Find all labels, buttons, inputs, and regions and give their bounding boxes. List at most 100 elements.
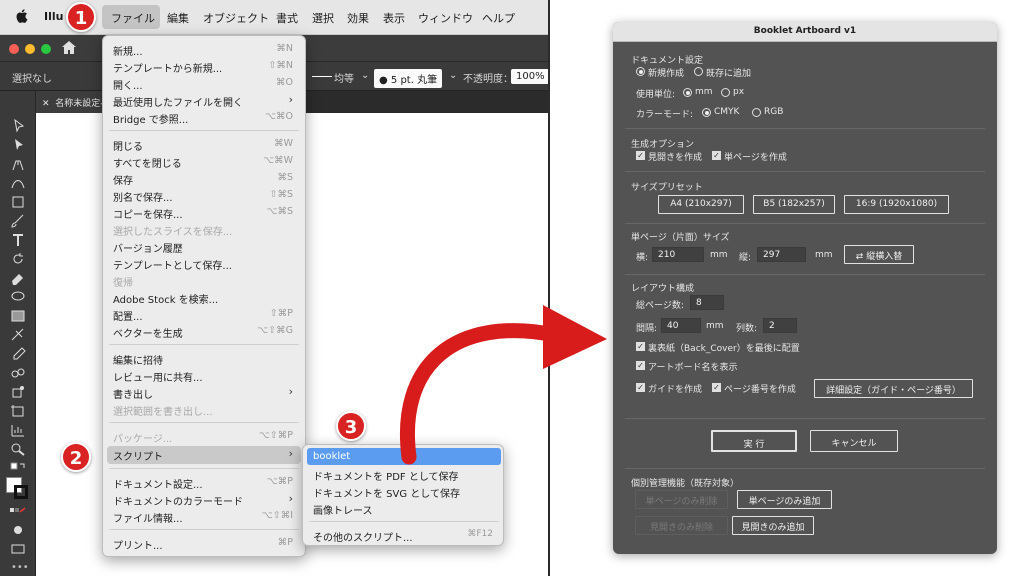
checkbox-back-cover[interactable]: ✓ bbox=[636, 342, 645, 351]
curvature-tool-icon[interactable] bbox=[10, 176, 26, 190]
run-button[interactable]: 実 行 bbox=[711, 430, 797, 452]
blend-tool-icon[interactable] bbox=[10, 366, 26, 380]
more-tools-icon[interactable]: ••• bbox=[11, 562, 29, 573]
menu-item-save-as-template[interactable]: テンプレートとして保存... bbox=[113, 255, 293, 272]
rectangle-tool-icon[interactable] bbox=[10, 195, 26, 209]
document-tab[interactable]: ✕ 名称未設定- bbox=[36, 91, 106, 113]
detail-settings-button[interactable]: 詳細設定（ガイド・ページ番号） bbox=[814, 379, 973, 398]
menu-item-print[interactable]: プリント... ⌘P bbox=[113, 535, 293, 552]
menu-file[interactable]: ファイル bbox=[111, 10, 155, 26]
chevron-down-icon[interactable]: ⌄ bbox=[361, 70, 369, 81]
preset-b5-button[interactable]: B5 (182x257) bbox=[753, 195, 835, 214]
chevron-right-icon: › bbox=[288, 93, 293, 106]
graph-tool-icon[interactable] bbox=[10, 423, 26, 437]
selection-tool-icon[interactable] bbox=[10, 119, 26, 133]
zoom-tool-icon[interactable] bbox=[10, 442, 26, 456]
menu-select[interactable]: 選択 bbox=[312, 10, 334, 26]
columns-input[interactable]: 2 bbox=[763, 318, 797, 333]
menu-item-save[interactable]: 保存 ⌘S bbox=[113, 170, 293, 187]
rotate-tool-icon[interactable] bbox=[10, 252, 26, 266]
menu-item-save-copy[interactable]: コピーを保存... ⌥⌘S bbox=[113, 204, 293, 221]
radio-unit-px[interactable] bbox=[721, 88, 730, 97]
screen-mode-icon[interactable] bbox=[10, 542, 26, 556]
opacity-input[interactable]: 100% bbox=[511, 69, 548, 84]
menu-item-version-history[interactable]: バージョン履歴 bbox=[113, 238, 293, 255]
close-window-button[interactable] bbox=[9, 44, 19, 54]
menu-item-label: ドキュメント設定... bbox=[113, 480, 203, 491]
width-input[interactable]: 210 bbox=[652, 247, 704, 262]
eyedropper-tool-icon[interactable] bbox=[10, 347, 26, 361]
submenu-item-other-scripts[interactable]: その他のスクリプト... ⌘F12 bbox=[313, 527, 493, 544]
submenu-item-image-trace[interactable]: 画像トレース bbox=[313, 500, 493, 517]
checkbox-show-artboard-names[interactable]: ✓ bbox=[636, 361, 645, 370]
add-spread-button[interactable]: 見開きのみ追加 bbox=[732, 516, 814, 535]
menu-item-share-for-review[interactable]: レビュー用に共有... bbox=[113, 367, 293, 384]
menu-help[interactable]: ヘルプ bbox=[482, 10, 515, 26]
menu-item-document-color-mode[interactable]: ドキュメントのカラーモード › bbox=[113, 491, 293, 508]
lasso-tool-icon[interactable] bbox=[10, 290, 26, 304]
menu-view[interactable]: 表示 bbox=[383, 10, 405, 26]
radio-add-existing[interactable] bbox=[694, 67, 703, 76]
swap-orientation-button[interactable]: ⇄ 縦横入替 bbox=[844, 245, 914, 264]
menu-item-close-all[interactable]: すべてを閉じる ⌥⌘W bbox=[113, 153, 293, 170]
menu-edit[interactable]: 編集 bbox=[167, 10, 189, 26]
brush-tool-icon[interactable] bbox=[10, 214, 26, 228]
menu-window[interactable]: ウィンドウ bbox=[418, 10, 473, 26]
pen-tool-icon[interactable] bbox=[10, 157, 26, 171]
symbol-sprayer-icon[interactable] bbox=[10, 385, 26, 399]
menu-item-close[interactable]: 閉じる ⌘W bbox=[113, 136, 293, 153]
radio-cmyk[interactable] bbox=[702, 108, 711, 117]
stroke-swatch[interactable] bbox=[14, 485, 28, 499]
menu-item-generate-vectors[interactable]: ベクターを生成 ⌥⇧⌘G bbox=[113, 323, 293, 340]
menu-effect[interactable]: 効果 bbox=[347, 10, 369, 26]
total-pages-input[interactable]: 8 bbox=[690, 295, 724, 310]
menu-item-search-adobe-stock[interactable]: Adobe Stock を検索... bbox=[113, 289, 293, 306]
apple-icon[interactable] bbox=[15, 8, 29, 24]
menu-item-scripts[interactable]: スクリプト › bbox=[113, 446, 293, 463]
preset-a4-button[interactable]: A4 (210x297) bbox=[658, 195, 744, 214]
menu-item-file-info[interactable]: ファイル情報... ⌥⇧⌘I bbox=[113, 508, 293, 525]
radio-new-document[interactable] bbox=[636, 67, 645, 76]
menu-item-invite-to-edit[interactable]: 編集に招待 bbox=[113, 350, 293, 367]
checkbox-create-guides[interactable]: ✓ bbox=[636, 383, 645, 392]
type-tool-icon[interactable] bbox=[10, 233, 26, 247]
menu-item-document-setup[interactable]: ドキュメント設定... ⌥⌘P bbox=[113, 474, 293, 491]
color-mode-icons[interactable] bbox=[10, 504, 26, 518]
radio-unit-mm[interactable] bbox=[683, 88, 692, 97]
app-name[interactable]: Illu bbox=[44, 10, 63, 23]
checkbox-create-spreads[interactable]: ✓ bbox=[636, 151, 645, 160]
menu-item-browse-in-bridge[interactable]: Bridge で参照... ⌥⌘O bbox=[113, 109, 293, 126]
cancel-button[interactable]: キャンセル bbox=[810, 430, 898, 452]
preset-16-9-button[interactable]: 16:9 (1920x1080) bbox=[844, 195, 949, 214]
menu-item-place[interactable]: 配置... ⇧⌘P bbox=[113, 306, 293, 323]
menu-item-new[interactable]: 新規... ⌘N bbox=[113, 41, 293, 58]
menu-item-save-as[interactable]: 別名で保存... ⇧⌘S bbox=[113, 187, 293, 204]
checkbox-create-single[interactable]: ✓ bbox=[712, 151, 721, 160]
gradient-tool-icon[interactable] bbox=[10, 309, 26, 323]
brush-definition[interactable]: ● 5 pt. 丸筆 bbox=[374, 69, 443, 88]
menu-item-new-from-template[interactable]: テンプレートから新規... ⇧⌘N bbox=[113, 58, 293, 75]
menu-type[interactable]: 書式 bbox=[276, 10, 298, 26]
chevron-right-icon: › bbox=[288, 447, 293, 460]
menu-object[interactable]: オブジェクト bbox=[203, 10, 269, 26]
chevron-down-icon[interactable]: ⌄ bbox=[449, 70, 457, 81]
minimize-window-button[interactable] bbox=[25, 44, 35, 54]
submenu-item-save-svg[interactable]: ドキュメントを SVG として保存 bbox=[313, 483, 493, 500]
artboard-tool-icon[interactable] bbox=[10, 404, 26, 418]
checkbox-page-numbers[interactable]: ✓ bbox=[712, 383, 721, 392]
add-single-button[interactable]: 単ページのみ追加 bbox=[737, 490, 832, 509]
menu-item-open-recent[interactable]: 最近使用したファイルを開く › bbox=[113, 92, 293, 109]
spacing-input[interactable]: 40 bbox=[661, 318, 701, 333]
mesh-tool-icon[interactable] bbox=[10, 328, 26, 342]
home-icon[interactable] bbox=[62, 41, 76, 54]
fill-stroke-swap-icon[interactable] bbox=[10, 461, 26, 475]
direct-selection-tool-icon[interactable] bbox=[10, 138, 26, 152]
stroke-profile[interactable]: 均等 bbox=[334, 70, 354, 85]
draw-mode-icon[interactable] bbox=[10, 523, 26, 537]
eraser-tool-icon[interactable] bbox=[10, 271, 26, 285]
height-input[interactable]: 297 bbox=[757, 247, 806, 262]
radio-rgb[interactable] bbox=[752, 108, 761, 117]
menu-item-open[interactable]: 開く... ⌘O bbox=[113, 75, 293, 92]
zoom-window-button[interactable] bbox=[41, 44, 51, 54]
menu-item-export[interactable]: 書き出し › bbox=[113, 384, 293, 401]
